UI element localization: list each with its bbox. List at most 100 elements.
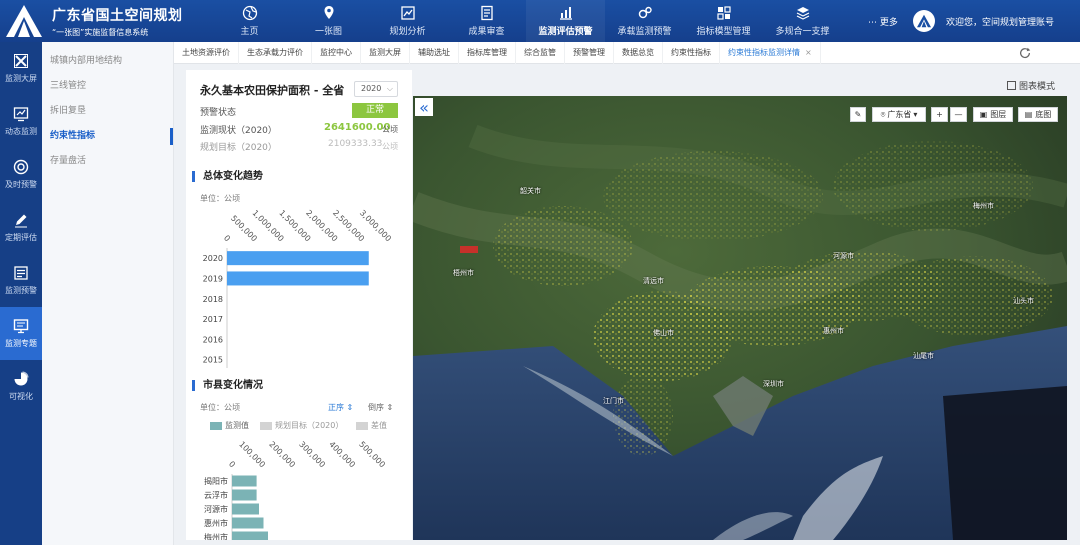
- trend-bar-chart: 0500,0001,000,0001,500,0002,000,0002,500…: [203, 208, 393, 368]
- submenu-item-2[interactable]: 拆旧复垦: [42, 99, 173, 124]
- tab-9[interactable]: 约束性指标: [663, 42, 720, 64]
- sidebar-item-4[interactable]: 监测预警: [0, 254, 42, 307]
- x-tick-label: 0: [222, 233, 232, 243]
- nav-label: 成果审查: [468, 27, 505, 37]
- status-badge: 正常: [352, 103, 398, 118]
- region-select[interactable]: ⌾ 广东省 ▾: [872, 107, 926, 122]
- nav-label: 主页: [240, 27, 259, 37]
- tab-8[interactable]: 数据总览: [614, 42, 663, 64]
- bar[interactable]: [232, 503, 259, 515]
- sidebar-item-1[interactable]: 动态监测: [0, 95, 42, 148]
- nav-item-7[interactable]: 多规合一支撑: [763, 0, 842, 42]
- legend-label: 差值: [371, 421, 387, 430]
- globe-icon: [242, 5, 257, 21]
- year-select[interactable]: 2020 ⌵: [354, 81, 398, 97]
- chevron-down-icon: ⌵: [386, 84, 393, 93]
- sidebar-label: 可视化: [9, 392, 33, 401]
- tab-label: 指标库管理: [467, 48, 507, 57]
- tab-label: 数据总览: [622, 48, 654, 57]
- nav-item-3[interactable]: 成果审查: [447, 0, 526, 42]
- basemap-button[interactable]: ▤ 底图: [1018, 107, 1058, 122]
- tab-bar: 土地资源评价 生态承载力评价 监控中心 监测大屏 辅助选址 指标库管理 综合监管 预警管理 数据…: [174, 42, 1080, 64]
- bar[interactable]: [227, 251, 369, 266]
- satellite-map[interactable]: 韶关市 梅州市 河源市 汕头市 清远市 惠州市 佛山市 江门市 深圳市 汕尾市 …: [413, 96, 1067, 540]
- city-label: 汕头市: [1013, 297, 1034, 305]
- tab-1[interactable]: 生态承载力评价: [239, 42, 312, 64]
- bar[interactable]: [232, 531, 268, 541]
- y-tick-label: 2016: [203, 335, 223, 344]
- y-tick-label: 2018: [203, 295, 223, 304]
- bar[interactable]: [232, 475, 257, 487]
- tab-5[interactable]: 指标库管理: [459, 42, 516, 64]
- bar[interactable]: [232, 517, 264, 529]
- sidebar-item-5[interactable]: 监测专题: [0, 307, 42, 360]
- zoom-out-button[interactable]: —: [950, 107, 967, 122]
- sort-asc-button[interactable]: 正序 ⇕: [328, 402, 353, 413]
- more-menu[interactable]: ⋯ 更多: [868, 15, 898, 28]
- nav-item-2[interactable]: 规划分析: [368, 0, 447, 42]
- x-tick-label: 400,000: [327, 440, 357, 470]
- tab-4[interactable]: 辅助选址: [410, 42, 459, 64]
- x-tick-label: 500,000: [357, 440, 387, 470]
- chart-mode-toggle[interactable]: 图表模式: [1007, 79, 1055, 92]
- sidebar-item-2[interactable]: 及时预警: [0, 148, 42, 201]
- map-canvas[interactable]: [413, 96, 1067, 540]
- sidebar-icon-wrap: [13, 106, 29, 122]
- nav-item-6[interactable]: 指标模型管理: [684, 0, 763, 42]
- zoom-in-button[interactable]: +: [931, 107, 948, 122]
- tab-label: 综合监管: [524, 48, 556, 57]
- sidebar-label: 动态监测: [5, 127, 37, 136]
- sidebar-icon-wrap: [13, 371, 29, 387]
- nav-item-4[interactable]: 监测评估预警: [526, 0, 605, 42]
- avatar[interactable]: [913, 10, 935, 32]
- tab-3[interactable]: 监测大屏: [361, 42, 410, 64]
- tab-label: 预警管理: [573, 48, 605, 57]
- submenu-item-0[interactable]: 城镇内部用地结构: [42, 49, 173, 74]
- bar[interactable]: [227, 271, 369, 286]
- tab-0[interactable]: 土地资源评价: [174, 42, 239, 64]
- sidebar-item-0[interactable]: 监测大屏: [0, 42, 42, 95]
- tab-2[interactable]: 监控中心: [312, 42, 361, 64]
- sidebar-item-3[interactable]: 定期评估: [0, 201, 42, 254]
- submenu-item-4[interactable]: 存量盘活: [42, 149, 173, 174]
- city-label: 惠州市: [823, 327, 844, 335]
- caret-down-icon: ▾: [913, 110, 918, 119]
- tab-7[interactable]: 预警管理: [565, 42, 614, 64]
- sort-desc-button[interactable]: 倒序 ⇕: [368, 402, 393, 413]
- nav-icon-wrap: [321, 5, 337, 21]
- legend-target[interactable]: 规划目标（2020）: [260, 420, 343, 431]
- nav-label: 监测评估预警: [538, 27, 593, 37]
- tab-6[interactable]: 综合监管: [516, 42, 565, 64]
- nav-item-5[interactable]: 承载监测预警: [605, 0, 684, 42]
- bar[interactable]: [232, 489, 257, 501]
- zoom-out-label: —: [954, 110, 963, 119]
- city-label: 汕尾市: [913, 352, 934, 360]
- monitor-icon: [13, 319, 29, 334]
- nav-icon-wrap: [242, 5, 258, 21]
- nav-label: 指标模型管理: [696, 27, 751, 37]
- nav-icon-wrap: [637, 5, 653, 21]
- city-label: 梅州市: [973, 202, 994, 210]
- city-label: 清远市: [643, 277, 664, 285]
- more-label: 更多: [879, 18, 898, 28]
- nav-label: 多规合一支撑: [775, 27, 830, 37]
- legend-swatch: [260, 421, 272, 430]
- submenu-item-3[interactable]: 约束性指标: [42, 124, 173, 149]
- nav-icon-wrap: [479, 5, 495, 21]
- collapse-panel-icon[interactable]: «: [415, 98, 433, 117]
- close-icon[interactable]: ×: [805, 48, 812, 57]
- layers-button[interactable]: ▣ 图层: [973, 107, 1013, 122]
- status-label: 预警状态: [200, 108, 237, 118]
- city-label: 深圳市: [763, 380, 784, 388]
- refresh-icon[interactable]: [1018, 46, 1032, 60]
- nav-item-0[interactable]: 主页: [210, 0, 289, 42]
- legend-monitor[interactable]: 监测值: [210, 420, 249, 431]
- sidebar-item-6[interactable]: 可视化: [0, 360, 42, 413]
- legend-diff[interactable]: 差值: [356, 420, 387, 431]
- submenu-item-1[interactable]: 三线管控: [42, 74, 173, 99]
- sort-icon: ⇕: [346, 403, 354, 412]
- nav-item-1[interactable]: 一张图: [289, 0, 368, 42]
- y-tick-label: 河源市: [204, 504, 228, 514]
- pen-tool-icon[interactable]: ✎: [850, 107, 866, 122]
- tab-10[interactable]: 约束性指标监测详情 ×: [720, 42, 821, 64]
